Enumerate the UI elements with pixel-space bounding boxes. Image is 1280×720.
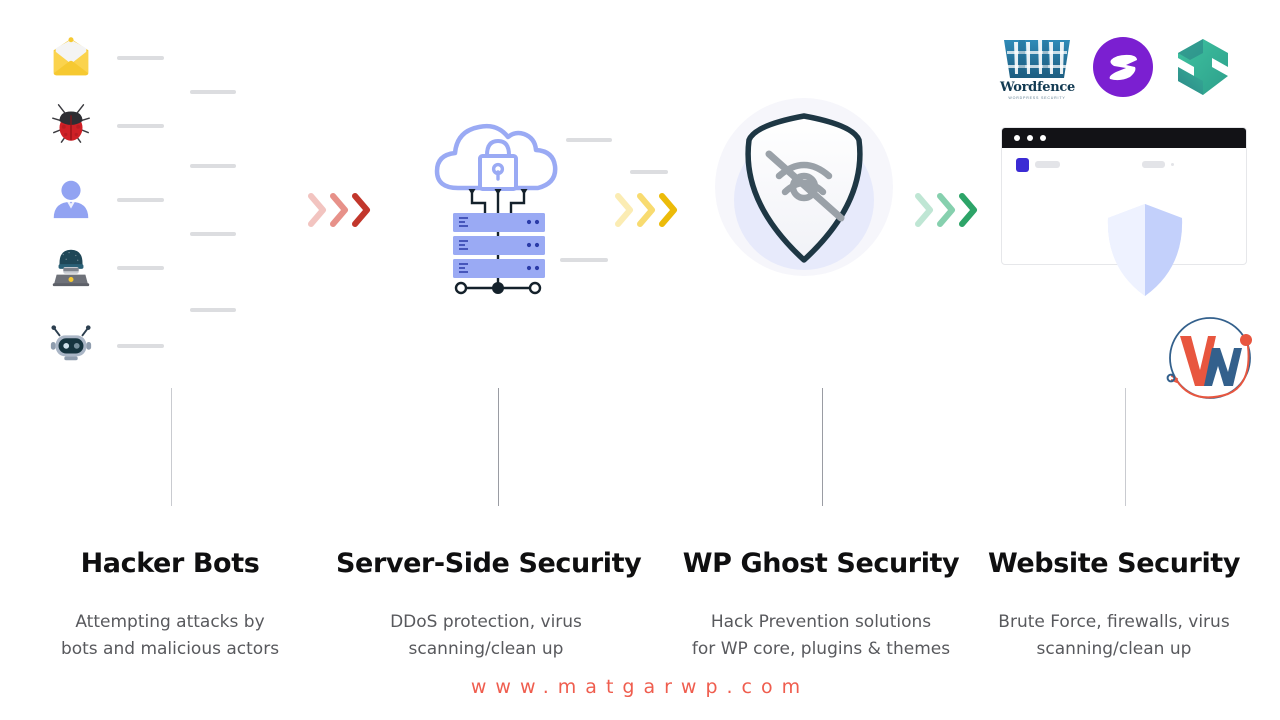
browser-dot xyxy=(1014,135,1020,141)
column-title: Hacker Bots xyxy=(80,548,260,579)
wordfence-wordmark: Wordfence xyxy=(1000,80,1075,95)
column-server-side-security: Server-Side Security DDoS protection, vi… xyxy=(336,548,642,663)
column-hacker-bots: Hacker Bots Attempting attacks by bots a… xyxy=(20,548,320,663)
placeholder-line xyxy=(560,258,608,262)
browser-dot xyxy=(1027,135,1033,141)
column-website-security: Website Security Brute Force, firewalls,… xyxy=(966,548,1262,663)
chevron-right-icon xyxy=(915,193,933,227)
wordfence-logo: Wordfence WORDPRESS SECURITY xyxy=(1000,32,1075,101)
placeholder-line xyxy=(190,308,236,312)
shield-security-logo xyxy=(1172,36,1234,98)
chevron-right-icon xyxy=(959,193,977,227)
placeholder-line xyxy=(566,138,612,142)
column-divider xyxy=(498,388,499,506)
placeholder-line xyxy=(117,124,164,128)
column-description: Brute Force, firewalls, virus scanning/c… xyxy=(966,609,1262,663)
chevron-right-icon xyxy=(937,193,955,227)
placeholder-line xyxy=(117,198,164,202)
site-watermark: www.matgarwp.com xyxy=(470,676,810,698)
column-divider xyxy=(1125,388,1126,506)
column-description: Attempting attacks by bots and malicious… xyxy=(20,609,320,663)
column-wp-ghost-security: WP Ghost Security Hack Prevention soluti… xyxy=(660,548,982,663)
chevron-right-icon xyxy=(659,193,677,227)
wordfence-tagline: WORDPRESS SECURITY xyxy=(1008,96,1066,100)
placeholder-line xyxy=(117,266,164,270)
chevron-right-icon xyxy=(308,193,326,227)
arrow-group-red xyxy=(308,193,371,227)
description-line: scanning/clean up xyxy=(408,639,564,659)
cloud-lock-servers xyxy=(425,103,575,298)
column-title: Server-Side Security xyxy=(336,548,642,579)
browser-window-shield xyxy=(1001,127,1247,296)
sucuri-logo xyxy=(1092,36,1154,98)
arrow-group-green xyxy=(915,193,978,227)
browser-dot xyxy=(1040,135,1046,141)
site-logo-placeholder xyxy=(1016,158,1029,172)
shield-hidden-eye xyxy=(707,92,902,287)
placeholder-line xyxy=(117,56,164,60)
column-divider xyxy=(822,388,823,506)
user-icon xyxy=(48,176,94,222)
hacker-icon xyxy=(48,244,94,290)
placeholder-line xyxy=(117,344,164,348)
placeholder-dot xyxy=(1171,163,1174,166)
chevron-right-icon xyxy=(330,193,348,227)
description-line: Attempting attacks by xyxy=(75,612,265,632)
placeholder-line xyxy=(1035,161,1060,168)
placeholder-line xyxy=(190,232,236,236)
placeholder-line xyxy=(1142,161,1165,168)
chevron-right-icon xyxy=(637,193,655,227)
description-line: DDoS protection, virus xyxy=(390,612,582,632)
description-line: bots and malicious actors xyxy=(60,639,280,659)
description-line: scanning/clean up xyxy=(1036,639,1192,659)
chevron-right-icon xyxy=(615,193,633,227)
robot-icon xyxy=(48,320,94,366)
infographic-canvas: Wordfence WORDPRESS SECURITY Hacker Bots… xyxy=(0,0,1280,720)
envelope-icon xyxy=(48,34,94,80)
description-line: for WP core, plugins & themes xyxy=(691,639,951,659)
browser-titlebar xyxy=(1002,128,1246,148)
browser-content xyxy=(1002,148,1246,296)
placeholder-line xyxy=(630,170,668,174)
matgarwp-logo xyxy=(1160,310,1260,410)
plugin-logo-row: Wordfence WORDPRESS SECURITY xyxy=(1000,32,1234,101)
column-description: Hack Prevention solutions for WP core, p… xyxy=(660,609,982,663)
column-title: WP Ghost Security xyxy=(682,548,960,579)
chevron-right-icon xyxy=(352,193,370,227)
bug-icon xyxy=(48,100,94,146)
placeholder-line xyxy=(190,164,236,168)
description-line: Hack Prevention solutions xyxy=(710,612,932,632)
placeholder-line xyxy=(190,90,236,94)
column-divider xyxy=(171,388,172,506)
column-description: DDoS protection, virus scanning/clean up xyxy=(336,609,636,663)
protection-shield-icon xyxy=(1104,200,1186,305)
description-line: Brute Force, firewalls, virus xyxy=(998,612,1230,632)
arrow-group-yellow xyxy=(615,193,678,227)
column-title: Website Security xyxy=(987,548,1241,579)
